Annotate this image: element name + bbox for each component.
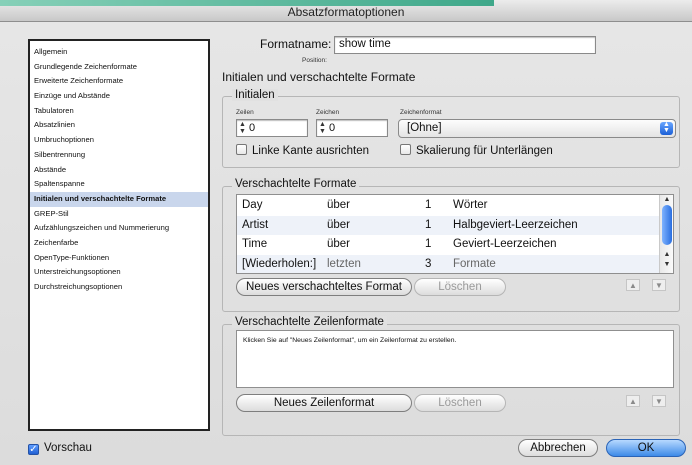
zeichen-stepper[interactable]: ▲ ▼ 0 <box>316 119 388 137</box>
move-up-icon[interactable]: ▲ <box>626 279 640 291</box>
category-list[interactable]: Allgemein Grundlegende Zeichenformate Erwe… <box>28 39 210 431</box>
zeilen-stepper[interactable]: ▲ ▼ 0 <box>236 119 308 137</box>
verschachtelte-group-title: Verschachtelte Formate <box>232 178 360 190</box>
table-row[interactable]: [Wiederholen:] letzten 3 Formate <box>237 254 673 273</box>
zeichenformat-value: [Ohne] <box>407 122 442 134</box>
nested-style-format[interactable]: Day <box>242 199 262 211</box>
preview-checkbox[interactable]: ✓ Vorschau <box>28 442 92 455</box>
sidebar-item[interactable]: Allgemein <box>30 45 208 60</box>
skalierung-label: Skalierung für Unterlängen <box>416 145 553 157</box>
sidebar-item[interactable]: Abstände <box>30 163 208 178</box>
sidebar-item[interactable]: Einzüge und Abstände <box>30 89 208 104</box>
move-down-icon[interactable]: ▼ <box>652 395 666 407</box>
sidebar-item[interactable]: Umbruchoptionen <box>30 133 208 148</box>
sidebar-item[interactable]: Grundlegende Zeichenformate <box>30 60 208 75</box>
new-nested-style-button[interactable]: Neues verschachteltes Format <box>236 278 412 296</box>
zeilen-label: Zeilen <box>236 109 254 116</box>
line-styles-hint: Klicken Sie auf "Neues Zeilenformat", um… <box>243 337 457 344</box>
checkbox-box[interactable] <box>236 144 247 155</box>
title-bar: Absatzformatoptionen <box>0 0 692 22</box>
nested-style-unit[interactable]: Formate <box>453 258 496 270</box>
delete-nested-style-button[interactable]: Löschen <box>414 278 506 296</box>
move-down-icon[interactable]: ▼ <box>652 279 666 291</box>
delete-line-style-button[interactable]: Löschen <box>414 394 506 412</box>
nested-style-format[interactable]: [Wiederholen:] <box>242 258 316 270</box>
sidebar-item[interactable]: GREP-Stil <box>30 207 208 222</box>
nested-style-mode[interactable]: über <box>327 238 350 250</box>
section-title: Initialen und verschachtelte Formate <box>222 70 416 84</box>
formatname-label: Formatname: <box>260 37 332 51</box>
position-label: Position: <box>302 57 327 64</box>
zeilenformate-group-title: Verschachtelte Zeilenformate <box>232 316 387 328</box>
sidebar-item[interactable]: Spaltenspanne <box>30 177 208 192</box>
nested-style-mode[interactable]: über <box>327 219 350 231</box>
checkbox-box[interactable] <box>400 144 411 155</box>
nested-style-count[interactable]: 3 <box>425 258 431 270</box>
stepper-arrows-icon[interactable]: ▲ ▼ <box>319 121 327 136</box>
nested-style-unit[interactable]: Halbgeviert-Leerzeichen <box>453 219 578 231</box>
stepper-arrows-icon[interactable]: ▲ ▼ <box>239 121 247 136</box>
sidebar-item[interactable]: Zeichenfarbe <box>30 236 208 251</box>
cancel-button[interactable]: Abbrechen <box>518 439 598 457</box>
checkmark-icon[interactable]: ✓ <box>28 444 39 455</box>
nested-style-format[interactable]: Artist <box>242 219 268 231</box>
window-title: Absatzformatoptionen <box>287 5 405 19</box>
table-row[interactable]: Artist über 1 Halbgeviert-Leerzeichen <box>237 215 673 235</box>
zeichenformat-select[interactable]: [Ohne] ▲ ▼ <box>398 119 676 138</box>
sidebar-item[interactable]: Initialen und verschachtelte Formate <box>30 191 208 207</box>
ok-button[interactable]: OK <box>606 439 686 457</box>
zeichen-value: 0 <box>329 122 336 134</box>
select-caret-icon: ▲ ▼ <box>660 121 673 135</box>
nested-styles-list[interactable]: [Wiederholen:] letzten 3 Formate Time über 1 Ge… <box>236 194 674 274</box>
sidebar-item[interactable]: Durchstreichungsoptionen <box>30 280 208 295</box>
table-row[interactable]: Time über 1 Geviert-Leerzeichen <box>237 235 673 254</box>
linke-kante-label: Linke Kante ausrichten <box>252 145 369 157</box>
table-row[interactable]: Day über 1 Wörter <box>237 196 673 215</box>
zeichen-label: Zeichen <box>316 109 340 116</box>
new-line-style-button[interactable]: Neues Zeilenformat <box>236 394 412 412</box>
nested-style-mode[interactable]: über <box>327 199 350 211</box>
linke-kante-checkbox[interactable]: Linke Kante ausrichten <box>236 144 369 157</box>
zeichenformat-label: Zeichenformat <box>400 109 442 116</box>
scrollbar-thumb[interactable] <box>662 205 672 245</box>
nested-style-unit[interactable]: Geviert-Leerzeichen <box>453 238 557 250</box>
sidebar-item[interactable]: Aufzählungszeichen und Nummerierung <box>30 221 208 236</box>
dialog-body: Allgemein Grundlegende Zeichenformate Erwe… <box>0 22 692 465</box>
line-styles-list[interactable]: Klicken Sie auf "Neues Zeilenformat", um… <box>236 330 674 388</box>
zeilen-value: 0 <box>249 122 256 134</box>
sidebar-item[interactable]: OpenType-Funktionen <box>30 251 208 266</box>
nested-style-count[interactable]: 1 <box>425 199 431 211</box>
scroll-up-icon[interactable]: ▲ <box>660 251 673 258</box>
sidebar-item[interactable]: Unterstreichungsoptionen <box>30 265 208 280</box>
sidebar-item[interactable]: Silbentrennung <box>30 148 208 163</box>
preview-label: Vorschau <box>44 442 92 454</box>
formatname-input[interactable]: show time <box>334 36 596 54</box>
nested-style-format[interactable]: Time <box>242 238 267 250</box>
nested-list-scrollbar[interactable]: ▲ ▲ ▼ <box>659 195 673 273</box>
scroll-up-icon[interactable]: ▲ <box>660 196 673 203</box>
skalierung-checkbox[interactable]: Skalierung für Unterlängen <box>400 144 553 157</box>
sidebar-item[interactable]: Absatzlinien <box>30 118 208 133</box>
move-up-icon[interactable]: ▲ <box>626 395 640 407</box>
nested-style-unit[interactable]: Wörter <box>453 199 488 211</box>
nested-style-count[interactable]: 1 <box>425 219 431 231</box>
scroll-down-icon[interactable]: ▼ <box>660 261 673 268</box>
nested-style-mode[interactable]: letzten <box>327 258 361 270</box>
sidebar-item[interactable]: Tabulatoren <box>30 104 208 119</box>
initialen-group-title: Initialen <box>232 89 278 101</box>
sidebar-item[interactable]: Erweiterte Zeichenformate <box>30 74 208 89</box>
nested-style-count[interactable]: 1 <box>425 238 431 250</box>
